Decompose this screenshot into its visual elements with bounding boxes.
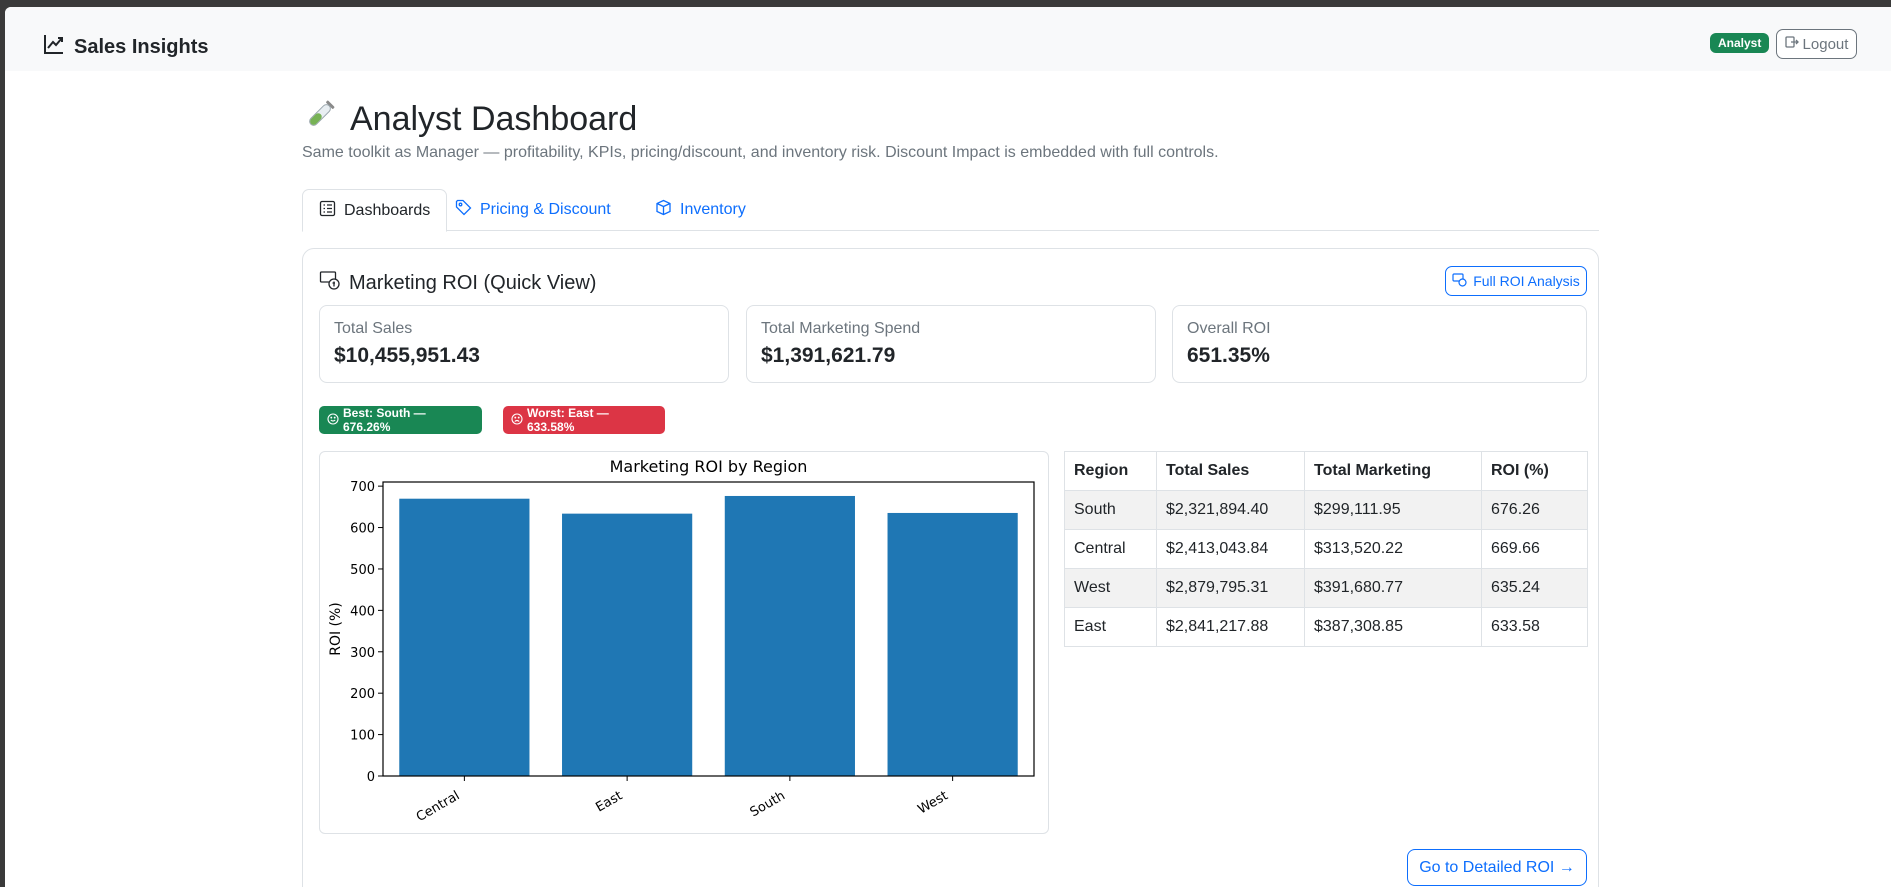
cell: 676.26 <box>1481 490 1588 530</box>
page-title: Analyst Dashboard <box>302 97 637 142</box>
y-tick-label: 700 <box>350 480 375 495</box>
smile-icon <box>327 412 339 428</box>
x-tick-label: West <box>915 788 950 817</box>
cell: East <box>1064 607 1157 647</box>
kpi-total-marketing-spend: Total Marketing Spend $1,391,621.79 <box>746 305 1156 383</box>
tab-inventory-label: Inventory <box>680 201 746 218</box>
worst-badge-label: Worst: East — 633.58% <box>527 406 609 434</box>
cell: 633.58 <box>1481 607 1588 647</box>
app-window: Sales Insights Analyst Logout Analyst Da… <box>5 7 1891 887</box>
y-tick-label: 400 <box>350 604 375 619</box>
card-title: Marketing ROI (Quick View) <box>319 269 596 297</box>
kpi-overall-roi: Overall ROI 651.35% <box>1172 305 1587 383</box>
y-tick-label: 500 <box>350 563 375 578</box>
roi-table: Region Total Sales Total Marketing ROI (… <box>1064 451 1588 647</box>
roi-bar-chart: Marketing ROI by Region ROI (%) Central Eas… <box>328 457 1035 825</box>
table-row: South $2,321,894.40 $299,111.95 676.26 <box>1064 490 1588 530</box>
worst-region-badge: Worst: East — 633.58% <box>503 406 665 434</box>
bar-south <box>724 495 855 776</box>
kpi-value: $1,391,621.79 <box>761 344 896 367</box>
cell: $2,321,894.40 <box>1156 490 1305 530</box>
cash-coin-icon <box>319 269 341 297</box>
tag-icon <box>455 199 472 221</box>
col-header: ROI (%) <box>1481 451 1588 491</box>
navbar: Sales Insights Analyst Logout <box>5 7 1891 71</box>
tab-dashboards[interactable]: Dashboards <box>302 189 448 232</box>
cell: Central <box>1064 529 1157 569</box>
y-axis-label: ROI (%) <box>328 602 344 656</box>
bar-east <box>562 513 693 776</box>
kpi-value: $10,455,951.43 <box>334 344 480 367</box>
logout-icon <box>1784 35 1799 53</box>
logout-label: Logout <box>1802 35 1849 53</box>
trend-chart-icon <box>43 33 65 61</box>
y-tick-label: 200 <box>350 687 375 702</box>
cell: $391,680.77 <box>1304 568 1482 608</box>
x-tick-label: South <box>748 788 788 820</box>
col-header: Total Sales <box>1156 451 1305 491</box>
list-icon <box>319 200 336 222</box>
table-row: East $2,841,217.88 $387,308.85 633.58 <box>1064 607 1588 647</box>
best-badge-label: Best: South — 676.26% <box>343 406 426 434</box>
cash-coin-icon <box>1452 272 1467 290</box>
y-tick-label: 300 <box>350 646 375 661</box>
brand[interactable]: Sales Insights <box>43 33 209 61</box>
marketing-roi-card: Marketing ROI (Quick View) Full ROI Anal… <box>302 248 1599 887</box>
box-icon <box>655 199 672 221</box>
y-tick-label: 600 <box>350 522 375 537</box>
x-tick-label: East <box>593 788 625 815</box>
chart-title: Marketing ROI by Region <box>610 457 808 476</box>
tab-pricing-label: Pricing & Discount <box>480 201 611 218</box>
tab-pricing-discount[interactable]: Pricing & Discount <box>439 189 627 231</box>
tab-bar: Dashboards Pricing & Discount Inventory <box>302 189 1599 232</box>
kpi-label: Total Marketing Spend <box>761 320 921 337</box>
full-roi-label: Full ROI Analysis <box>1473 273 1580 289</box>
full-roi-analysis-button[interactable]: Full ROI Analysis <box>1445 266 1587 296</box>
kpi-value: 651.35% <box>1187 344 1270 367</box>
cell: South <box>1064 490 1157 530</box>
table-row: Central $2,413,043.84 $313,520.22 669.66 <box>1064 529 1588 569</box>
best-region-badge: Best: South — 676.26% <box>319 406 482 434</box>
x-tick-label: Central <box>414 788 463 825</box>
bar-central <box>399 498 530 776</box>
cell: $2,841,217.88 <box>1156 607 1305 647</box>
cell: $2,879,795.31 <box>1156 568 1305 608</box>
frown-icon <box>511 412 523 428</box>
roi-chart: Marketing ROI by Region ROI (%) Central Eas… <box>319 451 1049 834</box>
card-title-text: Marketing ROI (Quick View) <box>349 271 597 294</box>
y-tick-label: 0 <box>367 770 375 785</box>
y-tick-label: 100 <box>350 729 375 744</box>
cell: $2,413,043.84 <box>1156 529 1305 569</box>
detail-label: Go to Detailed ROI → <box>1419 858 1575 876</box>
tab-inventory[interactable]: Inventory <box>639 189 762 231</box>
role-badge: Analyst <box>1710 33 1770 53</box>
col-header: Region <box>1064 451 1157 491</box>
cell: 635.24 <box>1481 568 1588 608</box>
page-subtitle: Same toolkit as Manager — profitability,… <box>302 144 1219 161</box>
brand-label: Sales Insights <box>74 35 209 58</box>
page-title-text: Analyst Dashboard <box>350 100 638 138</box>
cell: $299,111.95 <box>1304 490 1482 530</box>
cell: $387,308.85 <box>1304 607 1482 647</box>
kpi-total-sales: Total Sales $10,455,951.43 <box>319 305 729 383</box>
table-header-row: Region Total Sales Total Marketing ROI (… <box>1064 451 1588 491</box>
logout-button[interactable]: Logout <box>1776 29 1857 59</box>
col-header: Total Marketing <box>1304 451 1482 491</box>
cell: 669.66 <box>1481 529 1588 569</box>
bar-west <box>887 512 1018 776</box>
cell: West <box>1064 568 1157 608</box>
tab-dashboards-label: Dashboards <box>344 201 431 219</box>
cell: $313,520.22 <box>1304 529 1482 569</box>
kpi-label: Overall ROI <box>1187 320 1271 337</box>
test-tube-icon <box>302 97 338 142</box>
table-row: West $2,879,795.31 $391,680.77 635.24 <box>1064 568 1588 608</box>
kpi-label: Total Sales <box>334 320 413 337</box>
go-to-detailed-roi-button[interactable]: Go to Detailed ROI → <box>1407 849 1587 886</box>
